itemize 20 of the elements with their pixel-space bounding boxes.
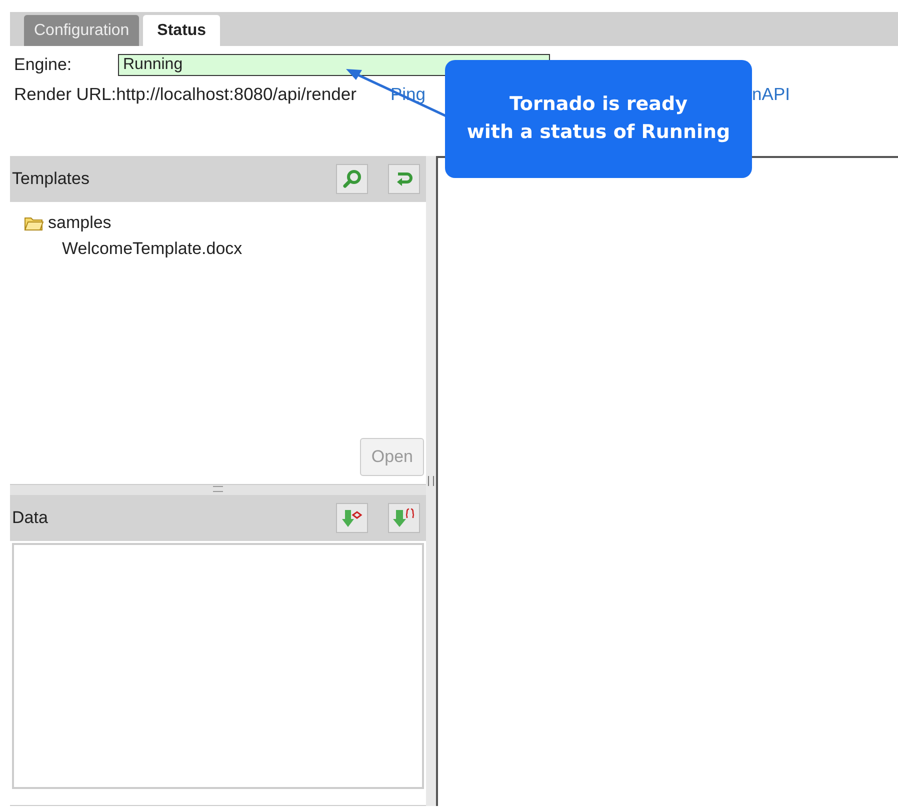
search-icon [342, 169, 362, 189]
down-arrow-tag-icon [341, 507, 363, 529]
search-button[interactable] [336, 164, 368, 194]
down-arrow-brace-icon [393, 507, 415, 529]
callout-tooltip: Tornado is ready with a status of Running [445, 60, 752, 178]
tab[interactable]: Status [143, 15, 220, 46]
tree-item[interactable]: samples [24, 210, 412, 236]
import-button[interactable] [336, 503, 368, 533]
splitter-grip[interactable] [428, 476, 434, 486]
render-url-label: Render URL: [14, 84, 116, 104]
templates-title: Templates [12, 169, 90, 189]
data-title: Data [12, 508, 49, 528]
refresh-button[interactable] [388, 164, 420, 194]
api-link[interactable]: nAPI [752, 84, 790, 104]
splitter-grip[interactable] [213, 486, 223, 492]
engine-label: Engine: [14, 55, 73, 75]
data-text-area[interactable] [12, 543, 424, 789]
import-json-button[interactable] [388, 503, 420, 533]
tree-item[interactable]: WelcomeTemplate.docx [62, 236, 412, 262]
render-url-value: http://localhost:8080/api/render [116, 84, 356, 104]
